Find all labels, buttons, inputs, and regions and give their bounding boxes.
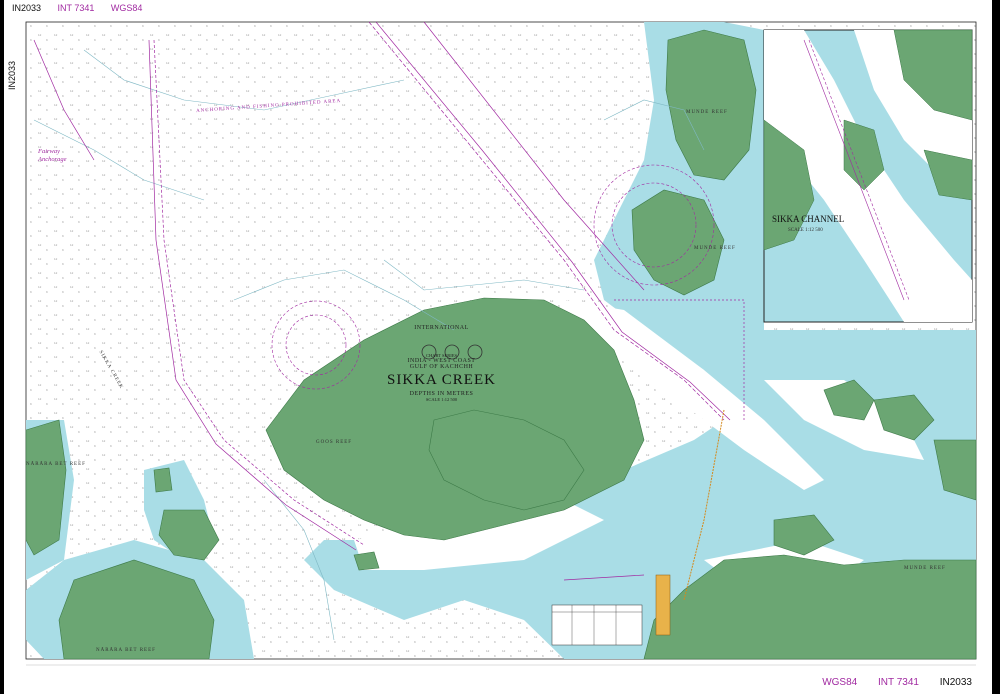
datum-top: WGS84 — [110, 3, 143, 13]
reef-left-label: NĀRĀRA BET REEF — [26, 462, 86, 467]
inset-scale: SCALE 1:12 500 — [788, 228, 823, 233]
title-scale: SCALE 1:12 500 — [425, 397, 458, 402]
chart-number-top: IN2033 — [12, 3, 42, 13]
goos-reef-label: GOOS REEF — [316, 440, 353, 445]
title-name: SIKKA CREEK — [387, 372, 496, 388]
jetty — [655, 574, 671, 636]
chart-title-block: INTERNATIONAL CHART SERIES INDIA - WEST … — [384, 325, 499, 402]
top-left-labels: IN2033 INT 7341 WGS84 — [12, 3, 156, 13]
chart-sheet: 12 9 — [4, 0, 992, 694]
tidal-table — [551, 604, 643, 646]
fairway-anchorage-label: Fairway Anchorage — [38, 148, 67, 163]
bottom-right-labels: WGS84 INT 7341 IN2033 — [804, 677, 972, 688]
left-edge-number: IN2033 — [7, 60, 17, 90]
chart-number-bottom: IN2033 — [939, 677, 972, 688]
datum-bottom: WGS84 — [822, 677, 858, 688]
inset-title: SIKKA CHANNEL — [772, 214, 845, 224]
reef-bottom-label: NĀRĀRA BET REEF — [96, 648, 156, 653]
munde-reef-mid-label: MUNDE REEF — [694, 246, 736, 251]
munde-reef-right-label: MUNDE REEF — [904, 566, 946, 571]
title-gulf: GULF OF KACHCHH — [409, 364, 474, 370]
int-number-bottom: INT 7341 — [878, 677, 919, 688]
munde-reef-top-label: MUNDE REEF — [686, 110, 728, 115]
int-number-top: INT 7341 — [57, 3, 95, 13]
